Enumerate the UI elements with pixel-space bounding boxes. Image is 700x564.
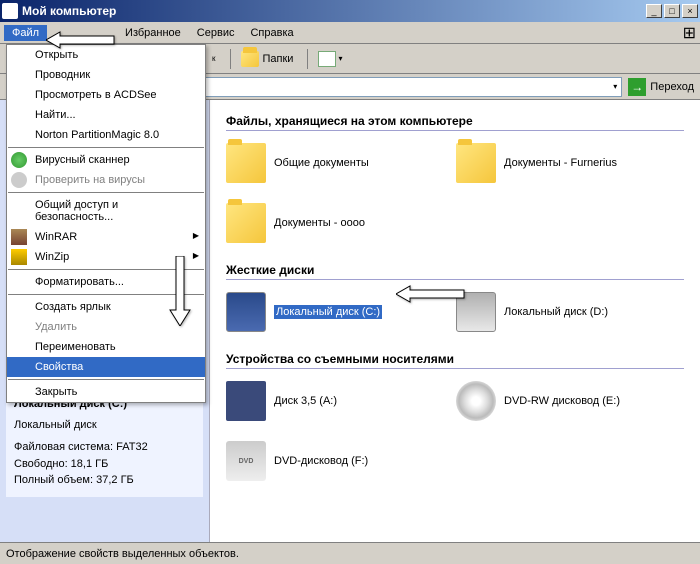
maximize-button[interactable]: □ [664,4,680,18]
folder-icon [456,143,496,183]
menu-properties[interactable]: Свойства [7,357,205,377]
item-label: Общие документы [274,157,369,169]
item-label: Документы - oooo [274,217,365,229]
item-floppy[interactable]: Диск 3,5 (A:) [226,381,426,421]
item-label: DVD-RW дисковод (E:) [504,395,620,407]
winzip-icon [11,249,27,265]
cd-icon [456,381,496,421]
winrar-icon [11,229,27,245]
separator [230,49,231,69]
section-hdd-title: Жесткие диски [226,263,684,280]
item-dvd[interactable]: DVD DVD-дисковод (F:) [226,441,426,481]
drive-icon [226,292,266,332]
menu-virus-scanner[interactable]: Вирусный сканнер [7,150,205,170]
go-label: Переход [650,81,694,93]
details-total: Полный объем: 37,2 ГБ [14,472,195,489]
item-local-disk-d[interactable]: Локальный диск (D:) [456,292,656,332]
item-documents-furnerius[interactable]: Документы - Furnerius [456,143,656,183]
toolbar-button[interactable]: к [204,52,222,65]
app-icon [2,3,18,19]
folders-button[interactable]: Папки [235,49,300,69]
folder-icon [226,203,266,243]
virus-check-icon [11,172,27,188]
item-dvd-rw[interactable]: DVD-RW дисковод (E:) [456,381,656,421]
details-subheading: Локальный диск [14,417,195,434]
annotation-arrow-icon [396,284,466,307]
folder-icon [226,143,266,183]
menu-favorites[interactable]: Избранное [117,25,189,41]
status-text: Отображение свойств выделенных объектов. [6,548,239,560]
annotation-arrow-icon [46,30,116,53]
item-shared-documents[interactable]: Общие документы [226,143,426,183]
menu-separator [8,379,204,380]
separator [307,49,308,69]
right-panel: Файлы, хранящиеся на этом компьютере Общ… [210,100,700,542]
menu-acdsee[interactable]: Просмотреть в ACDSee [7,85,205,105]
menu-find[interactable]: Найти... [7,105,205,125]
windows-flag-icon: ⊞ [683,23,696,43]
status-bar: Отображение свойств выделенных объектов. [0,542,700,564]
menu-virus-check: Проверить на вирусы [7,170,205,190]
close-button[interactable]: × [682,4,698,18]
section-files-title: Файлы, хранящиеся на этом компьютере [226,114,684,131]
annotation-arrow-icon [165,256,195,329]
menu-separator [8,192,204,193]
item-label: Локальный диск (C:) [274,305,382,319]
folders-label: Папки [263,53,294,65]
menu-rename[interactable]: Переименовать [7,337,205,357]
menu-service[interactable]: Сервис [189,25,243,41]
details-free: Свободно: 18,1 ГБ [14,456,195,473]
title-bar: Мой компьютер _ □ × [0,0,700,22]
menu-explorer[interactable]: Проводник [7,65,205,85]
go-button[interactable]: → Переход [628,78,694,96]
minimize-button[interactable]: _ [646,4,662,18]
menu-close[interactable]: Закрыть [7,382,205,402]
dvd-icon: DVD [226,441,266,481]
item-label: DVD-дисковод (F:) [274,455,368,467]
item-label: Документы - Furnerius [504,157,617,169]
folder-icon [241,51,259,67]
details-filesystem: Файловая система: FAT32 [14,439,195,456]
menu-separator [8,147,204,148]
menu-partition-magic[interactable]: Norton PartitionMagic 8.0 [7,125,205,145]
go-icon: → [628,78,646,96]
item-label: Диск 3,5 (A:) [274,395,337,407]
file-dropdown-menu: Открыть Проводник Просмотреть в ACDSee Н… [6,44,206,403]
floppy-icon [226,381,266,421]
item-label: Локальный диск (D:) [504,306,608,318]
window-title: Мой компьютер [22,4,644,18]
virus-scanner-icon [11,152,27,168]
item-documents-oooo[interactable]: Документы - oooo [226,203,426,243]
details-panel-body: Локальный диск (C:) Локальный диск Файло… [6,388,203,497]
view-icon [318,51,336,67]
menu-file[interactable]: Файл [4,25,47,41]
menu-help[interactable]: Справка [242,25,301,41]
menu-sharing[interactable]: Общий доступ и безопасность... [7,195,205,227]
menu-winrar[interactable]: WinRAR [7,227,205,247]
section-removable-title: Устройства со съемными носителями [226,352,684,369]
view-button[interactable]: ▾ [312,49,348,69]
